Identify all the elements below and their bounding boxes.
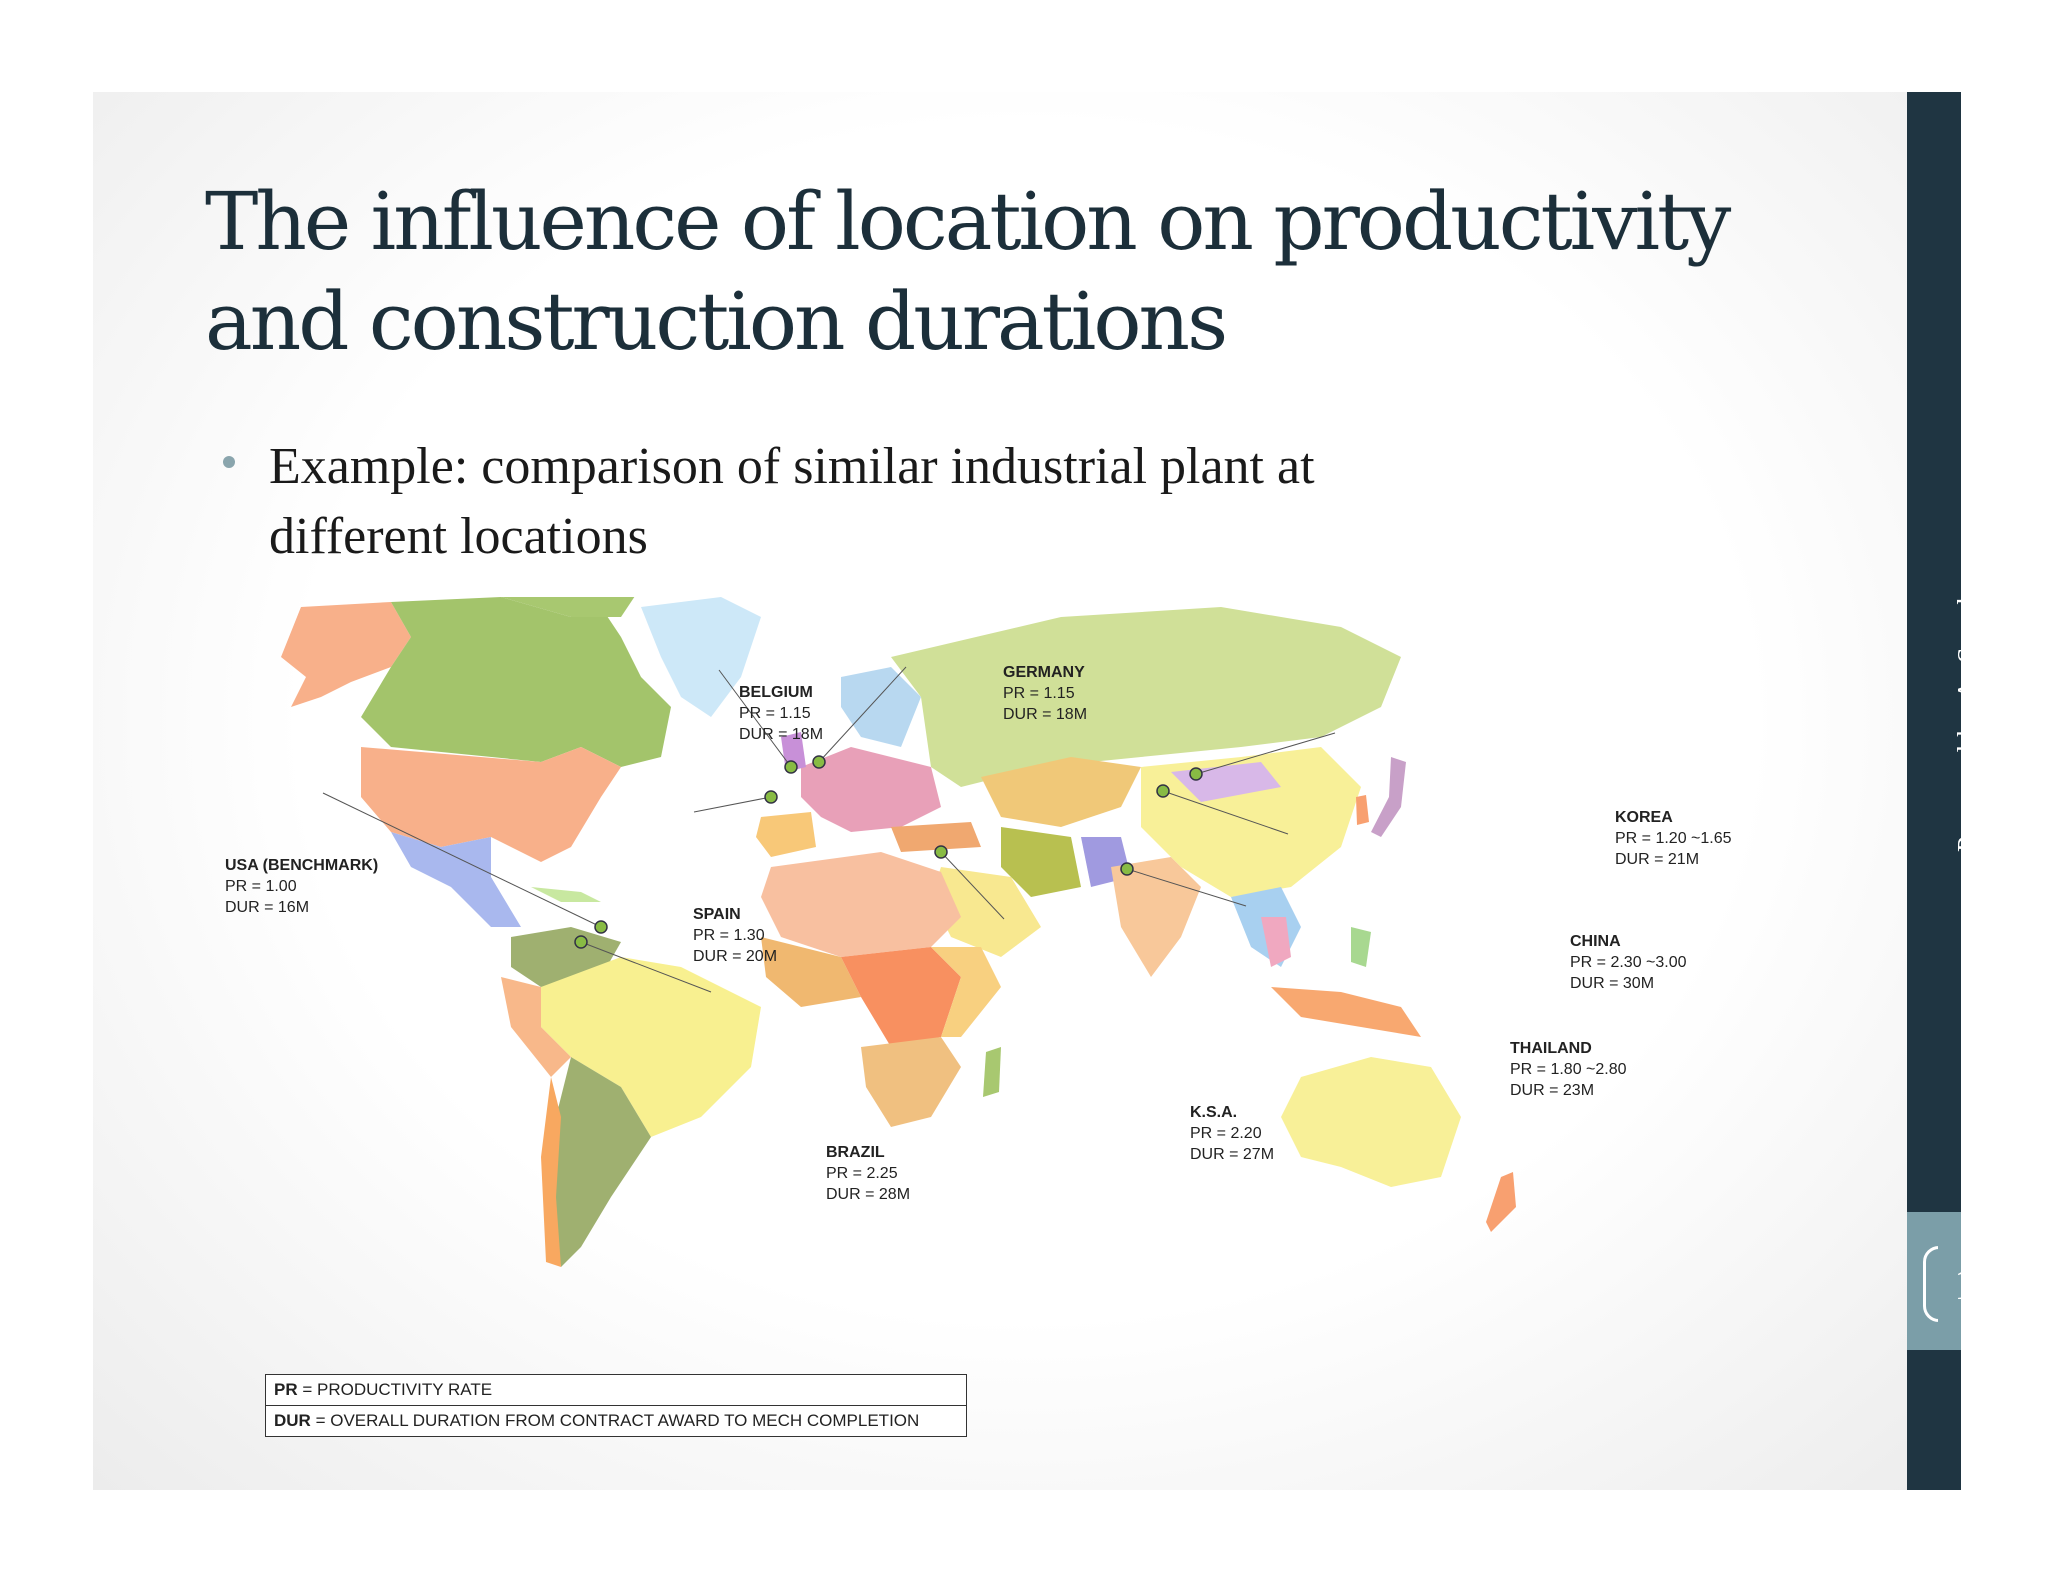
map-region-australia: [1281, 1057, 1461, 1187]
label-germany: GERMANY PR = 1.15 DUR = 18M: [1003, 662, 1087, 725]
productivity-rate: PR = 2.30 ~3.00: [1570, 954, 1687, 971]
productivity-rate: PR = 1.00: [225, 878, 297, 895]
pin-icon: [934, 845, 948, 859]
slide: The influence of location on productivit…: [93, 92, 1961, 1490]
title-line-1: The influence of location on productivit…: [205, 175, 1731, 268]
pin-icon: [574, 935, 588, 949]
duration: DUR = 21M: [1615, 851, 1700, 868]
slide-title: The influence of location on productivit…: [205, 172, 1805, 372]
duration: DUR = 18M: [739, 726, 824, 743]
duration: DUR = 30M: [1570, 975, 1655, 992]
duration: DUR = 16M: [225, 899, 310, 916]
legend-pr-text: = PRODUCTIVITY RATE: [297, 1380, 493, 1399]
label-china: CHINA PR = 2.30 ~3.00 DUR = 30M: [1570, 931, 1687, 994]
legend-row-dur: DUR = OVERALL DURATION FROM CONTRACT AWA…: [266, 1405, 966, 1436]
country-name: BELGIUM: [739, 684, 813, 701]
duration: DUR = 23M: [1510, 1082, 1595, 1099]
legend-row-pr: PR = PRODUCTIVITY RATE: [266, 1375, 966, 1405]
legend-dur-abbr: DUR: [274, 1411, 311, 1430]
duration: DUR = 27M: [1190, 1146, 1275, 1163]
map-region-caribbean: [531, 887, 601, 902]
pin-icon: [1156, 784, 1170, 798]
map-region-philippines: [1351, 927, 1371, 967]
bullet-icon: [223, 456, 235, 468]
country-name: GERMANY: [1003, 664, 1085, 681]
page-number: 17: [1907, 1244, 1961, 1324]
map-region-new-zealand: [1486, 1172, 1516, 1232]
duration: DUR = 20M: [693, 948, 778, 965]
map-region-korea: [1356, 795, 1369, 825]
country-name: USA (BENCHMARK): [225, 857, 379, 874]
page-number-box: 17: [1907, 1212, 1961, 1350]
productivity-rate: PR = 1.80 ~2.80: [1510, 1061, 1627, 1078]
country-name: K.S.A.: [1190, 1104, 1238, 1121]
pin-icon: [812, 755, 826, 769]
country-name: CHINA: [1570, 933, 1621, 950]
label-thailand: THAILAND PR = 1.80 ~2.80 DUR = 23M: [1510, 1038, 1627, 1101]
productivity-rate: PR = 1.30: [693, 927, 765, 944]
productivity-rate: PR = 1.15: [1003, 685, 1075, 702]
duration: DUR = 28M: [826, 1186, 911, 1203]
label-brazil: BRAZIL PR = 2.25 DUR = 28M: [826, 1142, 910, 1205]
pin-icon: [594, 920, 608, 934]
map-region-japan: [1371, 757, 1406, 837]
legend-dur-text: = OVERALL DURATION FROM CONTRACT AWARD T…: [310, 1411, 920, 1430]
map-legend: PR = PRODUCTIVITY RATE DUR = OVERALL DUR…: [265, 1374, 967, 1437]
pin-icon: [1120, 862, 1134, 876]
label-spain: SPAIN PR = 1.30 DUR = 20M: [693, 904, 777, 967]
map-region-southern-africa: [861, 1037, 961, 1127]
title-line-2: and construction durations: [205, 275, 1228, 368]
country-name: THAILAND: [1510, 1040, 1592, 1057]
country-name: SPAIN: [693, 906, 741, 923]
label-belgium: BELGIUM PR = 1.15 DUR = 18M: [739, 682, 823, 745]
country-name: BRAZIL: [826, 1144, 885, 1161]
label-usa: USA (BENCHMARK) PR = 1.00 DUR = 16M: [225, 855, 378, 918]
bullet-text: Example: comparison of similar industria…: [269, 432, 1569, 572]
label-ksa: K.S.A. PR = 2.20 DUR = 27M: [1190, 1102, 1274, 1165]
productivity-rate: PR = 1.15: [739, 705, 811, 722]
label-korea: KOREA PR = 1.20 ~1.65 DUR = 21M: [1615, 807, 1732, 870]
map-region-iberia: [756, 812, 816, 857]
pin-icon: [764, 790, 778, 804]
map-region-indonesia: [1271, 987, 1421, 1037]
slide-sidebar: Prepared by A. Sanchez 17: [1907, 92, 1961, 1490]
bullet-line-2: different locations: [269, 508, 648, 565]
country-name: KOREA: [1615, 809, 1673, 826]
pin-icon: [784, 760, 798, 774]
productivity-rate: PR = 2.25: [826, 1165, 898, 1182]
pin-icon: [1189, 767, 1203, 781]
author-credit: Prepared by A. Sanchez: [1953, 562, 1961, 852]
productivity-rate: PR = 2.20: [1190, 1125, 1262, 1142]
legend-pr-abbr: PR: [274, 1380, 298, 1399]
map-region-canada: [361, 597, 671, 767]
bullet-line-1: Example: comparison of similar industria…: [269, 438, 1315, 495]
productivity-rate: PR = 1.20 ~1.65: [1615, 830, 1732, 847]
duration: DUR = 18M: [1003, 706, 1088, 723]
map-region-north-africa: [761, 852, 961, 957]
map-region-madagascar: [983, 1047, 1001, 1097]
